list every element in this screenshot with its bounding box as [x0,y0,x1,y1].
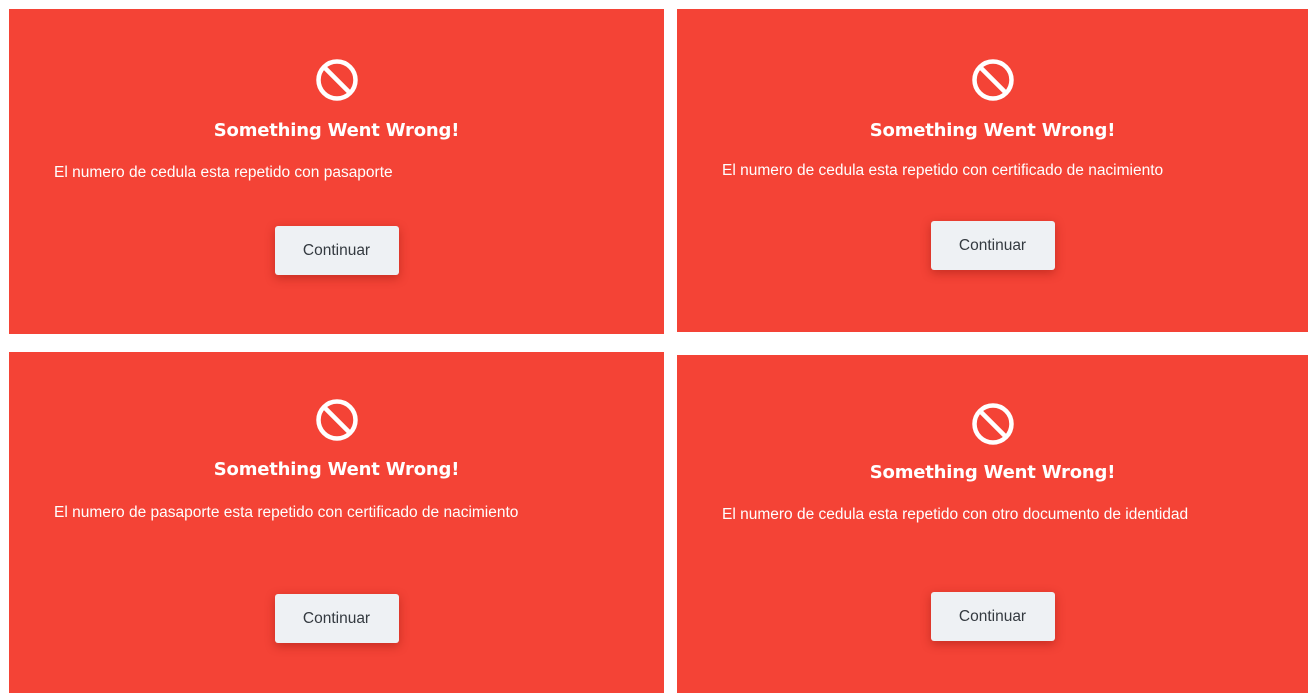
dialog-title: Something Went Wrong! [213,459,460,480]
dialog-title: Something Went Wrong! [869,120,1116,141]
error-dialog-4: Something Went Wrong! El numero de cedul… [677,355,1308,693]
dialog-message: El numero de pasaporte esta repetido con… [54,504,519,521]
prohibited-icon [970,401,1016,447]
error-dialog-1: Something Went Wrong! El numero de cedul… [9,9,664,334]
prohibited-icon [314,57,360,103]
error-dialog-3: Something Went Wrong! El numero de pasap… [9,352,664,693]
continue-button[interactable]: Continuar [274,226,399,275]
prohibited-icon [314,397,360,443]
continue-button[interactable]: Continuar [930,592,1055,641]
dialog-title: Something Went Wrong! [213,120,460,141]
dialog-message: El numero de cedula esta repetido con pa… [54,164,393,181]
dialog-message: El numero de cedula esta repetido con ot… [722,506,1189,523]
continue-button[interactable]: Continuar [274,594,399,643]
dialog-message: El numero de cedula esta repetido con ce… [722,162,1164,179]
continue-button[interactable]: Continuar [930,221,1055,270]
prohibited-icon [970,57,1016,103]
error-dialog-2: Something Went Wrong! El numero de cedul… [677,9,1308,332]
dialog-title: Something Went Wrong! [869,462,1116,483]
